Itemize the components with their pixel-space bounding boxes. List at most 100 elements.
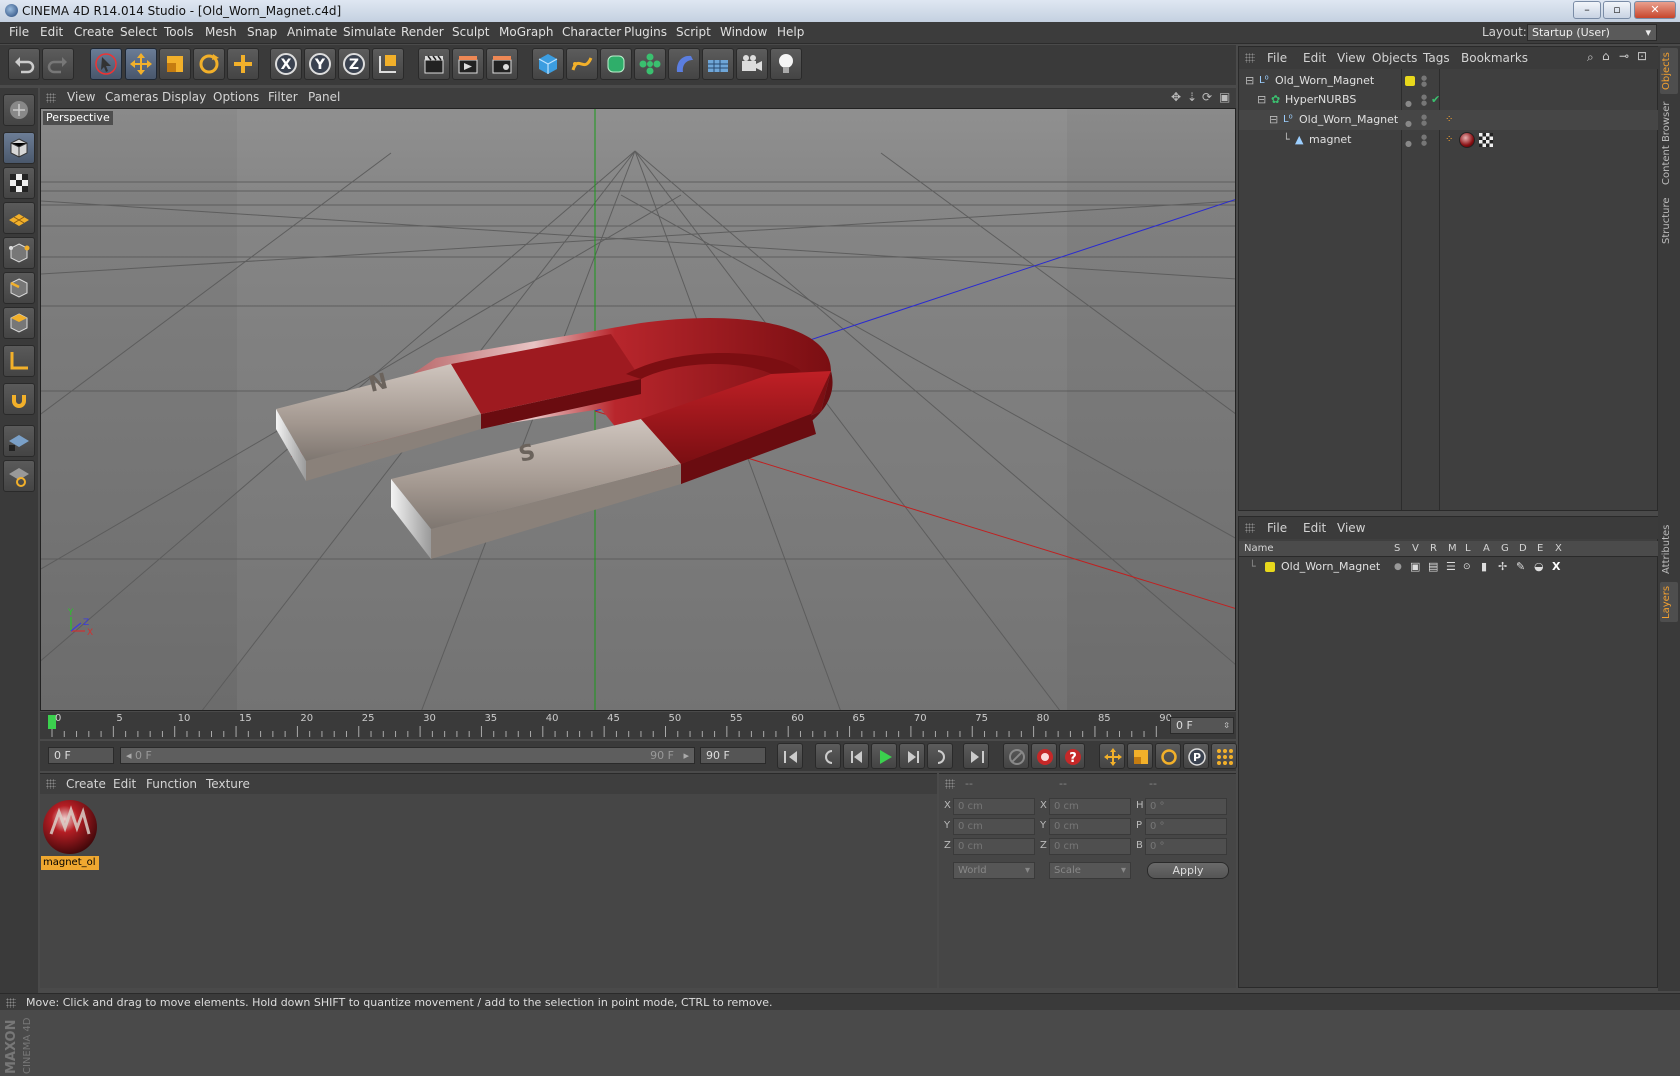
object-name[interactable]: HyperNURBS	[1285, 90, 1356, 110]
object-row[interactable]: └ ▲ magnet ● ● ● ⁘	[1239, 130, 1659, 150]
checkmark-icon[interactable]: ✔	[1431, 90, 1440, 110]
next-frame-button[interactable]	[899, 743, 925, 769]
layer-col-manager[interactable]: M	[1448, 541, 1457, 557]
object-menu-tags[interactable]: Tags	[1423, 51, 1450, 65]
maximize-button[interactable]: ▫	[1603, 1, 1631, 19]
current-frame-field[interactable]: 0 F ⇳	[1170, 717, 1234, 734]
visibility-dots-icon[interactable]: ● ●	[1421, 114, 1427, 127]
uvw-tag-icon[interactable]	[1479, 133, 1493, 147]
menu-mograph[interactable]: MoGraph	[499, 25, 554, 39]
position-x-field[interactable]: 0 cm	[953, 798, 1035, 815]
layer-col-name[interactable]: Name	[1244, 541, 1274, 557]
layer-col-animation[interactable]: A	[1483, 541, 1490, 557]
object-menu-file[interactable]: File	[1267, 51, 1287, 65]
coordinate-mode-dropdown[interactable]: World ▾	[953, 862, 1035, 879]
animation-toggle-icon[interactable]: ▮	[1481, 558, 1487, 576]
start-frame-field[interactable]: 0 F	[48, 747, 114, 764]
texture-mode-button[interactable]	[3, 167, 35, 199]
menu-simulate[interactable]: Simulate	[343, 25, 396, 39]
object-name[interactable]: Old_Worn_Magnet	[1299, 110, 1398, 130]
layer-col-deformers[interactable]: D	[1519, 541, 1527, 557]
lock-toggle-icon[interactable]: ⊙	[1463, 558, 1471, 576]
key-rotation-button[interactable]	[1155, 743, 1181, 769]
material-menu-edit[interactable]: Edit	[113, 777, 136, 791]
record-disabled-button[interactable]	[1003, 743, 1029, 769]
render-toggle-icon[interactable]: ▤	[1428, 558, 1438, 576]
live-selection-button[interactable]	[90, 48, 122, 80]
material-menu-create[interactable]: Create	[66, 777, 106, 791]
object-menu-edit[interactable]: Edit	[1303, 51, 1326, 65]
coordinate-system-button[interactable]	[372, 48, 404, 80]
tag-dots-icon[interactable]: ⁘	[1445, 110, 1453, 130]
render-settings-button[interactable]	[486, 48, 518, 80]
close-button[interactable]: ✕	[1634, 1, 1676, 19]
axis-mode-button[interactable]	[3, 345, 35, 377]
key-parameter-button[interactable]: P	[1183, 743, 1209, 769]
scale-tool-button[interactable]	[159, 48, 191, 80]
arrow-up-icon[interactable]: ⊸	[1619, 49, 1629, 63]
layer-color-swatch[interactable]	[1265, 562, 1275, 572]
make-editable-button[interactable]	[3, 94, 35, 126]
x-axis-lock-button[interactable]: X	[270, 48, 302, 80]
workplane-mode-button[interactable]	[3, 202, 35, 234]
locked-workplane-button[interactable]	[3, 460, 35, 492]
points-mode-button[interactable]	[3, 237, 35, 269]
workplane-lock-button[interactable]	[3, 425, 35, 457]
rotation-b-field[interactable]: 0 °	[1145, 838, 1227, 855]
add-spline-button[interactable]	[566, 48, 598, 80]
expression-toggle-icon[interactable]: ◒	[1534, 558, 1544, 576]
viewport-menu-display[interactable]: Display	[162, 90, 206, 104]
position-z-field[interactable]: 0 cm	[953, 838, 1035, 855]
panel-grip-icon[interactable]	[1245, 523, 1255, 533]
visibility-dots-icon[interactable]: ● ●	[1421, 75, 1427, 88]
model-mode-button[interactable]	[3, 132, 35, 164]
panel-grip-icon[interactable]	[46, 93, 56, 103]
tab-objects[interactable]: Objects	[1661, 50, 1677, 92]
viewport-menu-filter[interactable]: Filter	[268, 90, 298, 104]
layer-color-swatch[interactable]	[1405, 76, 1415, 86]
next-key-button[interactable]	[927, 743, 953, 769]
render-view-button[interactable]	[418, 48, 450, 80]
key-scale-button[interactable]	[1127, 743, 1153, 769]
object-name[interactable]: Old_Worn_Magnet	[1275, 71, 1374, 91]
key-pla-button[interactable]	[1211, 743, 1237, 769]
panel-grip-icon[interactable]	[6, 998, 16, 1008]
menu-select[interactable]: Select	[120, 25, 157, 39]
size-y-field[interactable]: 0 cm	[1049, 818, 1131, 835]
move-tool-button[interactable]	[125, 48, 157, 80]
go-to-start-button[interactable]	[777, 743, 803, 769]
layer-menu-edit[interactable]: Edit	[1303, 521, 1326, 535]
visibility-dots-icon[interactable]: ● ●	[1421, 134, 1427, 147]
position-y-field[interactable]: 0 cm	[953, 818, 1035, 835]
viewport-move-icon[interactable]: ✥	[1171, 90, 1181, 104]
object-menu-bookmarks[interactable]: Bookmarks	[1461, 51, 1528, 65]
menu-help[interactable]: Help	[777, 25, 804, 39]
redo-button[interactable]	[42, 48, 74, 80]
object-row[interactable]: ⊟ ✿ HyperNURBS ● ● ● ✔	[1239, 90, 1659, 110]
add-array-button[interactable]	[634, 48, 666, 80]
menu-render[interactable]: Render	[401, 25, 444, 39]
layer-menu-view[interactable]: View	[1337, 521, 1365, 535]
size-x-field[interactable]: 0 cm	[1049, 798, 1131, 815]
layer-col-solo[interactable]: S	[1394, 541, 1400, 557]
apply-button[interactable]: Apply	[1147, 862, 1229, 879]
add-cube-button[interactable]	[532, 48, 564, 80]
tab-structure[interactable]: Structure	[1661, 194, 1677, 248]
rotation-p-field[interactable]: 0 °	[1145, 818, 1227, 835]
material-swatch[interactable]: magnet_ol	[41, 798, 99, 870]
key-position-button[interactable]	[1099, 743, 1125, 769]
y-axis-lock-button[interactable]: Y	[304, 48, 336, 80]
layer-col-locked[interactable]: L	[1465, 541, 1471, 557]
tab-attributes[interactable]: Attributes	[1661, 520, 1677, 578]
xref-toggle-icon[interactable]: X	[1552, 558, 1560, 576]
end-frame-field[interactable]: 90 F	[700, 747, 766, 764]
menu-file[interactable]: File	[9, 25, 29, 39]
undo-button[interactable]	[8, 48, 40, 80]
snap-button[interactable]	[3, 383, 35, 415]
new-panel-icon[interactable]: ⊡	[1637, 49, 1647, 63]
object-menu-view[interactable]: View	[1337, 51, 1365, 65]
solo-toggle-icon[interactable]: ●	[1394, 558, 1402, 576]
panel-grip-icon[interactable]	[46, 779, 56, 789]
menu-snap[interactable]: Snap	[247, 25, 277, 39]
menu-tools[interactable]: Tools	[164, 25, 194, 39]
